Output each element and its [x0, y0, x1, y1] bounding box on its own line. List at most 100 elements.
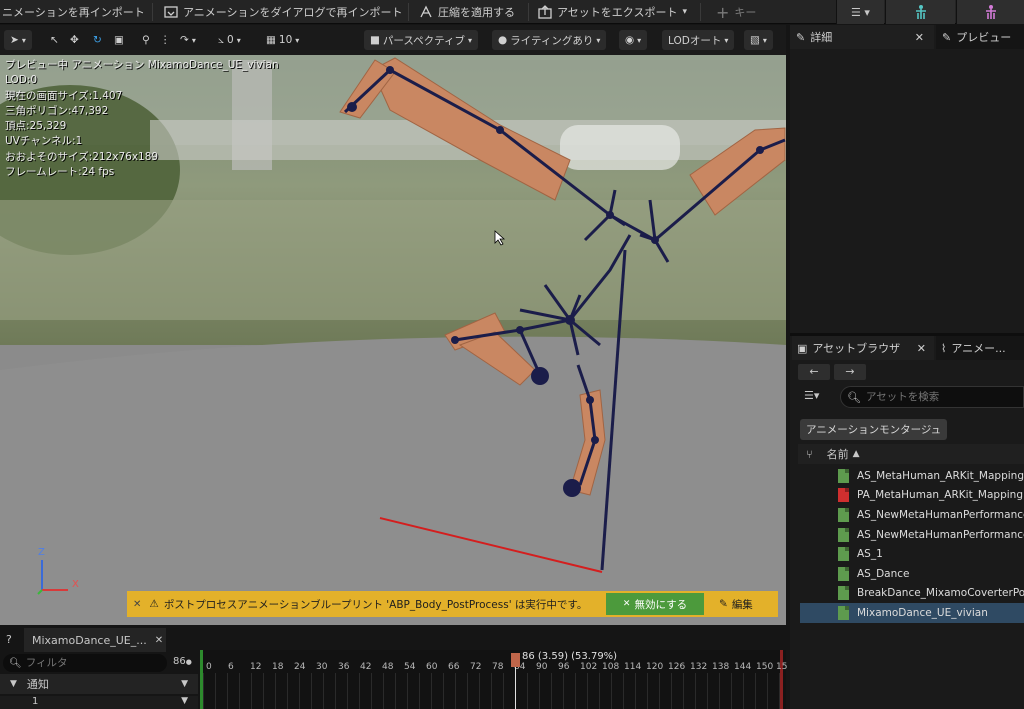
apply-compression-button[interactable]: 圧縮を適用する	[419, 0, 515, 24]
scale-snap-button[interactable]: ▦ 10 ▾	[266, 30, 299, 50]
list-item[interactable]: AS_MetaHuman_ARKit_Mapping	[800, 466, 1024, 486]
current-frame[interactable]: 86●	[173, 656, 192, 667]
main-toolbar: ニメーションを再インポート アニメーションをダイアログで再インポート 圧縮を適用…	[0, 0, 1024, 24]
chevron-down-icon: ▾	[724, 35, 729, 45]
details-tab-label: 詳細	[810, 31, 833, 44]
pencil-icon: ✎	[719, 598, 728, 610]
list-item-selected[interactable]: MixamoDance_UE_vivian	[800, 603, 1024, 623]
viewport-layout-button[interactable]: ▧ ▾	[744, 30, 773, 50]
tick-label: 42	[360, 662, 372, 672]
perspective-button[interactable]: ■ パースペクティブ ▾	[364, 30, 479, 50]
list-item[interactable]: AS_Dance	[800, 564, 1024, 584]
playhead-handle[interactable]	[511, 653, 520, 667]
notify-track[interactable]: ▼ 通知 ▼	[0, 674, 198, 694]
tick-label: 138	[712, 662, 730, 672]
tick-label: 54	[404, 662, 416, 672]
asset-search-box[interactable]: 🔍︎	[840, 386, 1024, 408]
car	[560, 125, 680, 170]
list-item[interactable]: AS_1	[800, 544, 1024, 564]
playhead-label: 86 (3.59) (53.79%)	[522, 651, 618, 662]
skeleton-mode-button[interactable]	[885, 0, 955, 24]
name-column-header[interactable]: 名前	[827, 446, 849, 462]
chevron-down-icon[interactable]: ▼	[181, 696, 188, 706]
tab-details[interactable]: ✎ 詳細 ✕	[790, 25, 934, 49]
close-icon: ✕	[622, 599, 631, 609]
toolbar-divider	[528, 3, 529, 21]
close-icon[interactable]: ✕	[155, 635, 163, 646]
compression-icon	[420, 5, 432, 18]
add-key-button[interactable]: + キー	[716, 0, 756, 24]
animation-asset-icon	[838, 605, 849, 620]
folder-icon: ▣	[797, 341, 808, 355]
axis-x-label: X	[72, 579, 79, 590]
back-button[interactable]: ←	[798, 364, 830, 380]
tab-preview-settings[interactable]: ✎ プレビュー	[936, 25, 1024, 49]
rotate-tool-button[interactable]: ↻	[93, 30, 102, 50]
tick-label: 114	[624, 662, 642, 672]
filter-menu-button[interactable]: ☰▾	[804, 389, 819, 402]
surface-snap-button[interactable]: ↷ ▾	[180, 30, 196, 50]
stats-framerate: フレームレート:24 fps	[5, 166, 115, 179]
track-filter-box[interactable]: 🔍︎	[3, 654, 167, 672]
close-icon[interactable]: ✕	[917, 342, 926, 355]
reimport-animation-button[interactable]: ニメーションを再インポート	[2, 0, 145, 24]
track-filter-input[interactable]	[25, 657, 146, 669]
scale-tool-button[interactable]: ▣	[114, 30, 124, 50]
edit-label: 編集	[731, 598, 753, 611]
mesh-mode-button[interactable]	[956, 0, 1024, 24]
tab-anim-curves[interactable]: ⌇ アニメー...	[936, 336, 1024, 360]
translate-tool-button[interactable]: ✥	[70, 30, 79, 50]
lod-button[interactable]: LODオート ▾	[662, 30, 735, 50]
lighting-label: ライティングあり	[510, 34, 594, 47]
help-icon[interactable]: ?	[6, 633, 12, 646]
tick-label: 60	[426, 662, 438, 672]
angle-snap-button[interactable]: ⦣ 0 ▾	[218, 30, 241, 50]
track-row[interactable]: 1 ▼	[0, 696, 198, 709]
toolbar-divider	[408, 3, 409, 21]
tab-timeline[interactable]: MixamoDance_UE_... ✕	[24, 628, 166, 652]
stats-triangles: 三角ポリゴン:47,392	[5, 104, 109, 117]
chevron-down-icon: ▾	[21, 35, 26, 45]
chevron-down-icon: ▾	[191, 35, 196, 45]
asset-search-input[interactable]	[865, 391, 1016, 403]
list-item[interactable]: PA_MetaHuman_ARKit_Mapping	[800, 486, 1024, 506]
export-asset-button[interactable]: アセットをエクスポート ▾	[538, 0, 687, 24]
mode-menu-button[interactable]: ☰ ▾	[836, 0, 884, 24]
list-item[interactable]: AS_NewMetaHumanPerformance	[800, 525, 1024, 545]
grid-icon: ▦	[266, 34, 276, 46]
filter-chip-montage[interactable]: アニメーションモンタージュ	[800, 419, 948, 440]
forward-button[interactable]: →	[834, 364, 866, 380]
edit-button[interactable]: ✎ 編集	[719, 593, 753, 615]
list-item[interactable]: BreakDance_MixamoCoverterPostu	[800, 584, 1024, 604]
viewport-options-button[interactable]: ➤ ▾	[4, 30, 32, 50]
asset-browser-tab-label: アセットブラウザ	[812, 342, 901, 355]
asset-name: AS_Dance	[857, 567, 910, 580]
eye-icon: ◉	[625, 34, 635, 46]
show-button[interactable]: ◉ ▾	[619, 30, 648, 50]
kebab-icon: ⋮	[160, 34, 171, 46]
chevron-down-icon[interactable]: ▼	[181, 679, 188, 689]
more-options-button[interactable]: ⋮	[160, 30, 171, 50]
coordinate-space-button[interactable]: ⚲	[142, 30, 150, 50]
playhead-line	[515, 667, 516, 709]
apply-compression-label: 圧縮を適用する	[438, 6, 515, 19]
list-item[interactable]: AS_NewMetaHumanPerformance	[800, 505, 1024, 525]
mouse-cursor-icon	[494, 230, 506, 246]
tick-label: 108	[602, 662, 620, 672]
floor-disc	[0, 336, 786, 625]
rotate-icon: ↻	[93, 34, 102, 46]
chevron-down-icon: ▾	[295, 35, 300, 45]
pencil-icon: ✎	[796, 30, 806, 44]
disable-button[interactable]: ✕ 無効にする	[606, 593, 704, 615]
stats-screen-size: 現在の画面サイズ:1.407	[5, 89, 123, 102]
arrow-icon: ↖	[50, 34, 59, 46]
close-icon[interactable]: ✕	[915, 31, 924, 44]
chevron-down-icon: ▾	[468, 35, 473, 45]
select-tool-button[interactable]: ↖	[50, 30, 59, 50]
dismiss-icon[interactable]: ✕	[133, 599, 141, 610]
anim-tab-label: アニメー...	[951, 342, 1006, 355]
tab-asset-browser[interactable]: ▣ アセットブラウザ ✕	[792, 336, 934, 360]
reimport-dialog-button[interactable]: アニメーションをダイアログで再インポート	[164, 0, 403, 24]
lighting-button[interactable]: ● ライティングあり ▾	[492, 30, 607, 50]
cursor-icon: ➤	[10, 34, 19, 46]
